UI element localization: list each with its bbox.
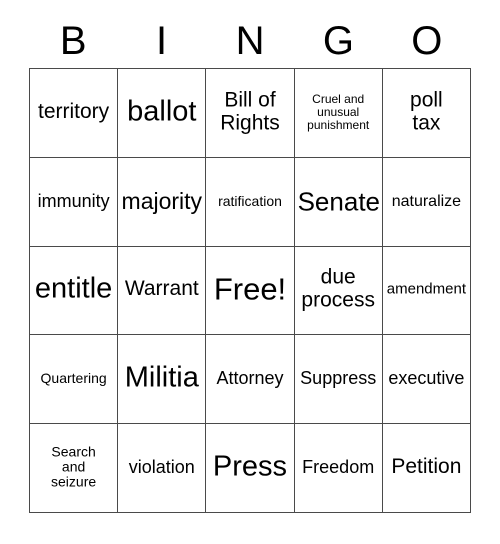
bingo-cell-n2[interactable]: ratification <box>206 157 295 247</box>
bingo-cell-i3[interactable]: Warrant <box>118 246 207 336</box>
bingo-cell-label: Attorney <box>216 368 284 389</box>
bingo-cell-label: Suppress <box>300 368 377 389</box>
bingo-cell-label: Search and seizure <box>51 443 97 490</box>
bingo-cell-b1[interactable]: territory <box>30 69 119 158</box>
bingo-cell-label: executive <box>388 368 465 389</box>
bingo-cell-label: territory <box>38 100 110 124</box>
bingo-grid: territory ballot Bill of Rights Cruel an… <box>29 68 471 513</box>
bingo-header-row: B I N G O <box>29 14 471 68</box>
bingo-cell-o4[interactable]: executive <box>382 335 471 425</box>
bingo-cell-label: ratification <box>218 192 282 209</box>
bingo-cell-g3[interactable]: due process <box>294 246 383 336</box>
bingo-cell-o3[interactable]: amendment <box>382 246 471 336</box>
bingo-cell-i1[interactable]: ballot <box>118 69 207 158</box>
bingo-cell-g5[interactable]: Freedom <box>294 424 383 513</box>
bingo-cell-i2[interactable]: majority <box>118 157 207 247</box>
bingo-cell-g4[interactable]: Suppress <box>294 335 383 425</box>
bingo-header-letter-o: O <box>411 19 443 63</box>
bingo-cell-label: Freedom <box>302 456 375 477</box>
bingo-cell-b4[interactable]: Quartering <box>30 335 119 425</box>
bingo-cell-label: Press <box>212 450 288 483</box>
bingo-cell-b2[interactable]: immunity <box>30 157 119 247</box>
bingo-cell-label: Petition <box>391 455 462 479</box>
bingo-cell-label: Bill of Rights <box>220 88 280 134</box>
bingo-cell-label: Militia <box>124 361 199 394</box>
bingo-cell-label: amendment <box>386 281 466 299</box>
bingo-cell-g1[interactable]: Cruel and unusual punishment <box>294 69 383 158</box>
bingo-cell-b5[interactable]: Search and seizure <box>30 424 119 513</box>
bingo-cell-n4[interactable]: Attorney <box>206 335 295 425</box>
bingo-cell-label: due process <box>301 265 375 312</box>
bingo-free-space-label: Free! <box>213 272 287 308</box>
bingo-cell-free-space[interactable]: Free! <box>206 246 295 336</box>
bingo-cell-label: Senate <box>297 186 380 217</box>
bingo-cell-label: Warrant <box>124 277 199 301</box>
bingo-cell-label: immunity <box>37 190 110 211</box>
bingo-cell-o1[interactable]: poll tax <box>382 69 471 158</box>
bingo-cell-i5[interactable]: violation <box>118 424 207 513</box>
bingo-header-letter-g: G <box>322 19 354 63</box>
bingo-cell-o5[interactable]: Petition <box>382 424 471 513</box>
bingo-cell-n1[interactable]: Bill of Rights <box>206 69 295 158</box>
bingo-cell-b3[interactable]: entitle <box>30 246 119 336</box>
bingo-header-letter-i: I <box>156 19 168 63</box>
bingo-cell-label: majority <box>121 187 203 214</box>
bingo-cell-n5[interactable]: Press <box>206 424 295 513</box>
bingo-cell-o2[interactable]: naturalize <box>382 157 471 247</box>
bingo-cell-label: ballot <box>127 95 197 128</box>
bingo-cell-label: Cruel and unusual punishment <box>307 91 370 132</box>
bingo-header-letter-b: B <box>59 19 87 63</box>
bingo-card: B I N G O territory ballot Bill of Right… <box>0 0 500 544</box>
bingo-cell-label: naturalize <box>391 192 462 210</box>
bingo-cell-label: poll tax <box>410 88 443 134</box>
bingo-cell-label: violation <box>128 456 195 477</box>
bingo-cell-label: Quartering <box>40 370 107 387</box>
bingo-cell-label: entitle <box>34 273 113 306</box>
bingo-cell-i4[interactable]: Militia <box>118 335 207 425</box>
bingo-cell-g2[interactable]: Senate <box>294 157 383 247</box>
bingo-header-letter-n: N <box>235 19 265 63</box>
